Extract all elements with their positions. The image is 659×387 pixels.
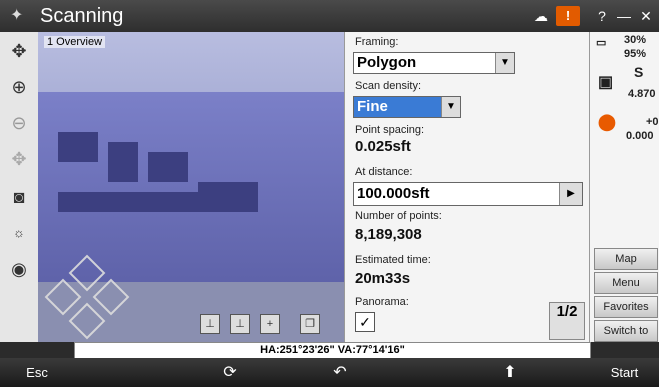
panorama-label: Panorama: [355,296,409,308]
panorama-checkbox[interactable]: ✓ [355,312,375,332]
window [108,142,138,182]
rotate-icon[interactable]: ⟳ [200,358,260,387]
menu-button[interactable]: Menu [594,272,658,294]
left-toolbar: ✥ ⊕ ⊖ ✥ ◙ ☼ ◉ [0,32,39,342]
window [148,152,188,182]
offset-text: +0 [646,116,659,128]
zoom-in-icon[interactable]: ⊕ [6,74,32,100]
eye-icon[interactable]: ◉ [6,256,32,282]
device-icon: ▣ [598,74,614,91]
framing-value: Polygon [357,54,417,71]
scan-settings-panel: Framing: Polygon ▼ Scan density: Fine ▼ … [344,32,590,342]
chevron-down-icon[interactable]: ▼ [495,53,514,73]
app-icon: ✦ [10,7,24,24]
window [58,192,258,212]
connection-icon[interactable]: ☁ [530,6,552,26]
battery1-text: 30% [624,34,647,46]
angle-readout: HA:251°23'26" VA:77°14'16" [260,344,405,356]
battery-icon: ▭ [596,37,607,49]
chevron-down-icon[interactable]: ▼ [441,97,460,117]
copy-icon[interactable]: ❐ [300,314,320,334]
target-icon[interactable]: + [260,314,280,334]
close-button[interactable]: ✕ [636,6,656,26]
height-text: 4.870 [628,88,656,100]
level-icon[interactable]: ⊥ [200,314,220,334]
esc-button[interactable]: Esc [0,358,74,387]
zoom-out-icon[interactable]: ⊖ [6,110,32,136]
points-label: Number of points: [355,210,442,222]
status-panel: 30% 95% ▭ S ▣ 4.870 ⬤ +0 0.000 Map Menu … [589,32,659,342]
help-button[interactable]: ? [592,6,612,26]
window [58,132,98,162]
offset2-text: 0.000 [626,130,654,142]
window-title: Scanning [40,5,124,27]
pan-icon[interactable]: ✥ [6,38,32,64]
distance-input[interactable]: 100.000sft ▶ [353,182,583,206]
sat-text: S [634,64,644,80]
favorites-button[interactable]: Favorites [594,296,658,318]
switch-to-button[interactable]: Switch to [594,320,658,342]
start-button[interactable]: Start [590,358,659,387]
distance-value: 100.000sft [357,185,430,202]
density-label: Scan density: [355,80,422,92]
battery2-text: 95% [624,48,647,60]
density-value: Fine [357,98,388,115]
overview-label: 1 Overview [44,36,106,48]
time-label: Estimated time: [355,254,431,266]
alert-icon[interactable]: ! [556,6,580,26]
title-bar: ✦ Scanning ☁ ! ? — ✕ [0,0,659,32]
page-indicator[interactable]: 1/2 [549,302,585,340]
move-icon[interactable]: ✥ [6,146,32,172]
framing-label: Framing: [355,36,399,48]
spacing-value: 0.025sft [355,138,411,155]
camera-icon[interactable]: ◙ [6,184,32,210]
align-icon[interactable]: ⊥ [230,314,250,334]
framing-dropdown[interactable]: Polygon ▼ [353,52,515,74]
brightness-icon[interactable]: ☼ [6,220,32,246]
minimize-button[interactable]: — [614,6,634,26]
density-dropdown[interactable]: Fine ▼ [353,96,461,118]
pin-icon: ⬤ [598,114,616,131]
map-button[interactable]: Map [594,248,658,270]
edit-icon[interactable]: ▶ [559,183,582,205]
points-value: 8,189,308 [355,226,422,243]
upload-icon[interactable]: ⬆ [480,358,540,387]
spacing-label: Point spacing: [355,124,425,136]
time-value: 20m33s [355,270,411,287]
camera-viewport[interactable]: 1 Overview ⊥ ⊥ + ❐ [38,32,344,342]
distance-label: At distance: [355,166,413,178]
bottom-bar: Esc ⟳ ↶ ⬆ Start [0,358,659,387]
back-icon[interactable]: ↶ [310,358,370,387]
